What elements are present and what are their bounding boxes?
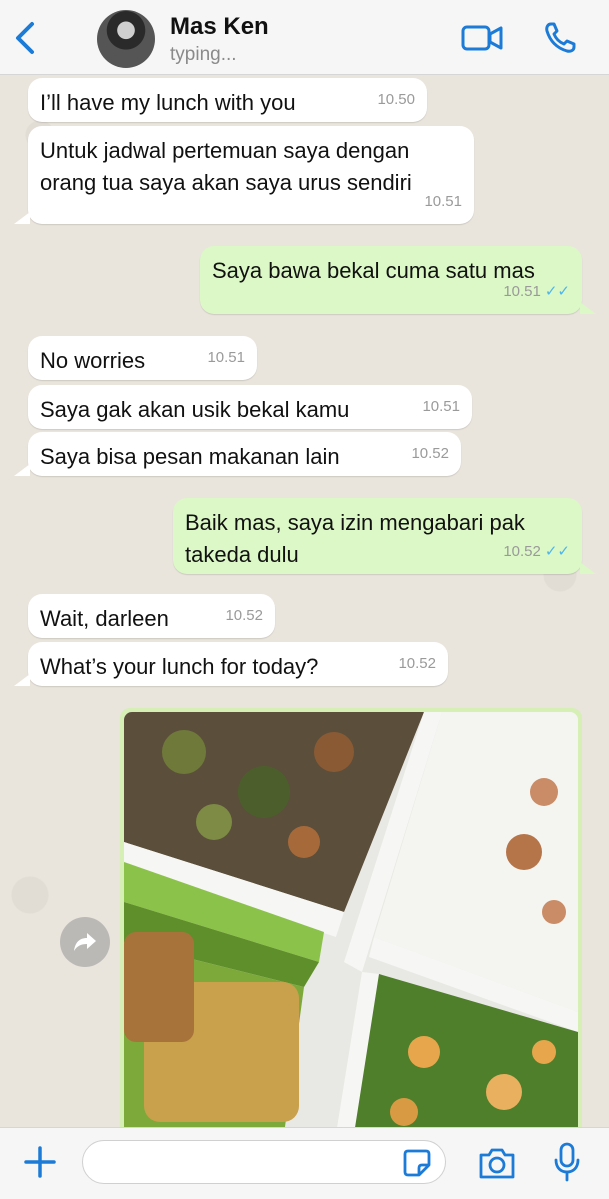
bubble-tail [580, 562, 596, 574]
message-bubble-incoming[interactable]: Saya gak akan usik bekal kamu 10.51 [28, 385, 472, 429]
contact-status: typing... [170, 44, 237, 65]
message-text: I’ll have my lunch with you [40, 90, 296, 115]
microphone-icon[interactable] [552, 1142, 582, 1182]
message-time: 10.51 [422, 398, 460, 415]
chat-area[interactable]: I’ll have my lunch with you 10.50 Untuk … [0, 75, 609, 1127]
chevron-left-icon[interactable] [10, 20, 40, 56]
bento-lunch-photo[interactable] [124, 712, 578, 1127]
avatar[interactable] [97, 10, 155, 68]
photo-message-outgoing[interactable] [120, 708, 582, 1127]
message-time: 10.52 [503, 543, 541, 560]
message-text: Untuk jadwal pertemuan saya dengan orang… [40, 138, 412, 195]
message-time: 10.51 [503, 283, 541, 300]
message-time: 10.52 [411, 445, 449, 462]
message-text: Saya gak akan usik bekal kamu [40, 397, 350, 422]
bubble-tail [580, 302, 596, 314]
message-time: 10.51 [207, 349, 245, 366]
sticker-icon[interactable] [402, 1148, 432, 1178]
read-ticks-icon: ✓✓ [544, 543, 570, 560]
message-time: 10.51 [424, 193, 462, 210]
message-bubble-outgoing[interactable]: Baik mas, saya izin mengabari pak takeda… [173, 498, 582, 574]
message-bubble-incoming[interactable]: Wait, darleen 10.52 [28, 594, 275, 638]
bubble-tail [14, 212, 30, 224]
contact-name[interactable]: Mas Ken [170, 13, 269, 41]
bubble-tail [14, 464, 30, 476]
forward-button[interactable] [60, 917, 110, 967]
plus-icon[interactable] [22, 1144, 58, 1180]
message-text: What’s your lunch for today? [40, 654, 319, 679]
message-text: No worries [40, 348, 146, 373]
forward-arrow-icon [74, 933, 96, 951]
message-bubble-incoming[interactable]: Saya bisa pesan makanan lain 10.52 [28, 432, 461, 476]
video-camera-icon[interactable] [461, 22, 503, 54]
message-bubble-outgoing[interactable]: Saya bawa bekal cuma satu mas 10.51 ✓✓ [200, 246, 582, 314]
message-time-with-ticks: 10.52 ✓✓ [503, 536, 570, 568]
message-time: 10.52 [225, 607, 263, 624]
message-time: 10.50 [377, 91, 415, 108]
message-bubble-incoming[interactable]: I’ll have my lunch with you 10.50 [28, 78, 427, 122]
message-bubble-incoming[interactable]: What’s your lunch for today? 10.52 [28, 642, 448, 686]
message-bubble-incoming[interactable]: Untuk jadwal pertemuan saya dengan orang… [28, 126, 474, 224]
message-input[interactable] [82, 1140, 446, 1184]
chat-header: Mas Ken typing... [0, 0, 609, 75]
phone-icon[interactable] [543, 21, 577, 55]
photo-illustration [124, 712, 578, 1127]
message-composer [0, 1127, 609, 1199]
message-text: Saya bisa pesan makanan lain [40, 444, 340, 469]
camera-icon[interactable] [478, 1146, 516, 1180]
read-ticks-icon: ✓✓ [544, 283, 570, 300]
message-time-with-ticks: 10.51 ✓✓ [503, 276, 570, 308]
message-text: Baik mas, saya izin mengabari pak takeda… [185, 510, 525, 567]
bubble-tail [14, 674, 30, 686]
message-text: Wait, darleen [40, 606, 169, 631]
message-bubble-incoming[interactable]: No worries 10.51 [28, 336, 257, 380]
message-time: 10.52 [398, 655, 436, 672]
message-text: Saya bawa bekal cuma satu mas [212, 258, 535, 283]
